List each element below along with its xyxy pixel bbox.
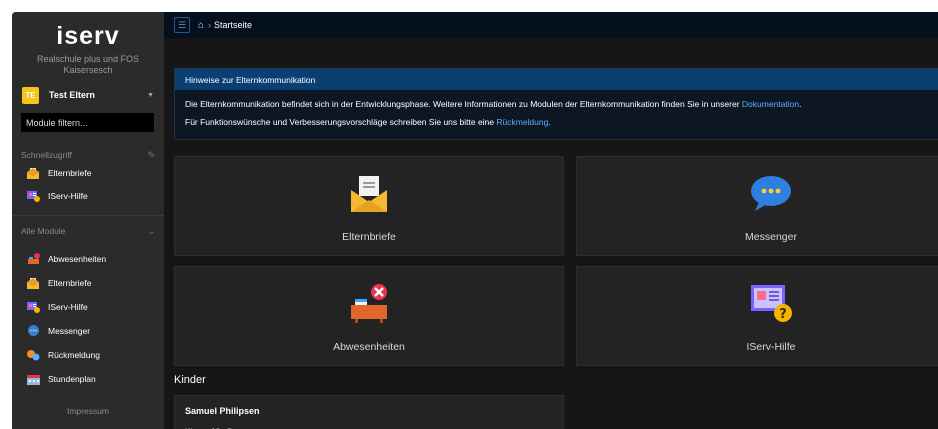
sidebar-item-messenger[interactable]: Messenger <box>26 322 156 340</box>
edit-icon[interactable]: ✎ <box>147 150 155 161</box>
user-name: Test Eltern <box>49 90 95 100</box>
all-modules-header[interactable]: Alle Module ⌄ <box>21 224 155 238</box>
help-icon <box>26 301 40 313</box>
child-name: Samuel Philipsen <box>185 406 260 416</box>
sidebar-item-abwesenheiten[interactable]: Abwesenheiten <box>26 250 156 268</box>
quick-item-elternbriefe[interactable]: Elternbriefe <box>26 164 156 182</box>
breadcrumb: ⌂ › Startseite <box>198 18 252 32</box>
tile-messenger[interactable]: Messenger <box>576 156 938 256</box>
hamburger-icon: ☰ <box>177 19 187 30</box>
feedback-link[interactable]: Rückmeldung <box>496 117 548 127</box>
help-icon: ? <box>748 283 794 323</box>
sidebar-item-stundenplan[interactable]: Stundenplan <box>26 370 156 388</box>
main-content: Hinweise zur Elternkommunikation Die Elt… <box>164 38 938 429</box>
tile-iserv-hilfe[interactable]: ? IServ-Hilfe <box>576 266 938 366</box>
top-bar: ☰ ⌂ › Startseite <box>164 12 938 38</box>
notice-panel: Hinweise zur Elternkommunikation Die Elt… <box>174 68 938 140</box>
menu-toggle-button[interactable]: ☰ <box>174 17 190 33</box>
chat-icon <box>748 173 794 213</box>
school-name: Realschule plus und FOS Kaisersesch <box>36 54 140 75</box>
app-window: iserv Realschule plus und FOS Kaisersesc… <box>12 12 938 429</box>
module-filter-input[interactable] <box>21 113 154 132</box>
envelope-icon <box>26 277 40 289</box>
notice-line-2: Für Funktionswünsche und Verbesserungsvo… <box>185 117 551 127</box>
sidebar: iserv Realschule plus und FOS Kaisersesc… <box>12 12 164 429</box>
absence-icon <box>26 253 40 265</box>
breadcrumb-current: Startseite <box>214 20 253 30</box>
feedback-icon <box>26 349 40 361</box>
documentation-link[interactable]: Dokumentation <box>742 99 799 109</box>
chat-icon <box>26 325 40 337</box>
user-menu[interactable]: TE Test Eltern ▼ <box>22 85 154 105</box>
child-card[interactable]: Samuel Philipsen Klasse 10a S <box>174 395 564 429</box>
kinder-heading: Kinder <box>174 374 206 386</box>
chevron-down-icon: ▼ <box>147 91 154 99</box>
quick-item-iserv-hilfe[interactable]: IServ-Hilfe <box>26 187 156 205</box>
help-icon <box>26 190 40 202</box>
home-icon[interactable]: ⌂ <box>198 20 204 31</box>
envelope-icon <box>26 167 40 179</box>
envelope-icon <box>346 173 392 213</box>
sidebar-item-rueckmeldung[interactable]: Rückmeldung <box>26 346 156 364</box>
quick-access-header: Schnellzugriff ✎ <box>21 149 155 161</box>
notice-title: Hinweise zur Elternkommunikation <box>175 69 938 90</box>
absence-icon <box>346 283 392 323</box>
notice-line-1: Die Elternkommunikation befindet sich in… <box>185 99 802 109</box>
impressum-link[interactable]: Impressum <box>12 406 164 416</box>
iserv-logo[interactable]: iserv <box>12 22 164 51</box>
sidebar-divider <box>12 215 164 216</box>
tile-elternbriefe[interactable]: Elternbriefe <box>174 156 564 256</box>
tile-abwesenheiten[interactable]: Abwesenheiten <box>174 266 564 366</box>
breadcrumb-separator-icon: › <box>208 20 212 30</box>
timetable-icon <box>26 373 40 385</box>
sidebar-item-iserv-hilfe[interactable]: IServ-Hilfe <box>26 298 156 316</box>
avatar: TE <box>22 86 39 104</box>
svg-text:?: ? <box>779 307 787 322</box>
sidebar-item-elternbriefe[interactable]: Elternbriefe <box>26 274 156 292</box>
chevron-down-icon: ⌄ <box>147 225 155 236</box>
